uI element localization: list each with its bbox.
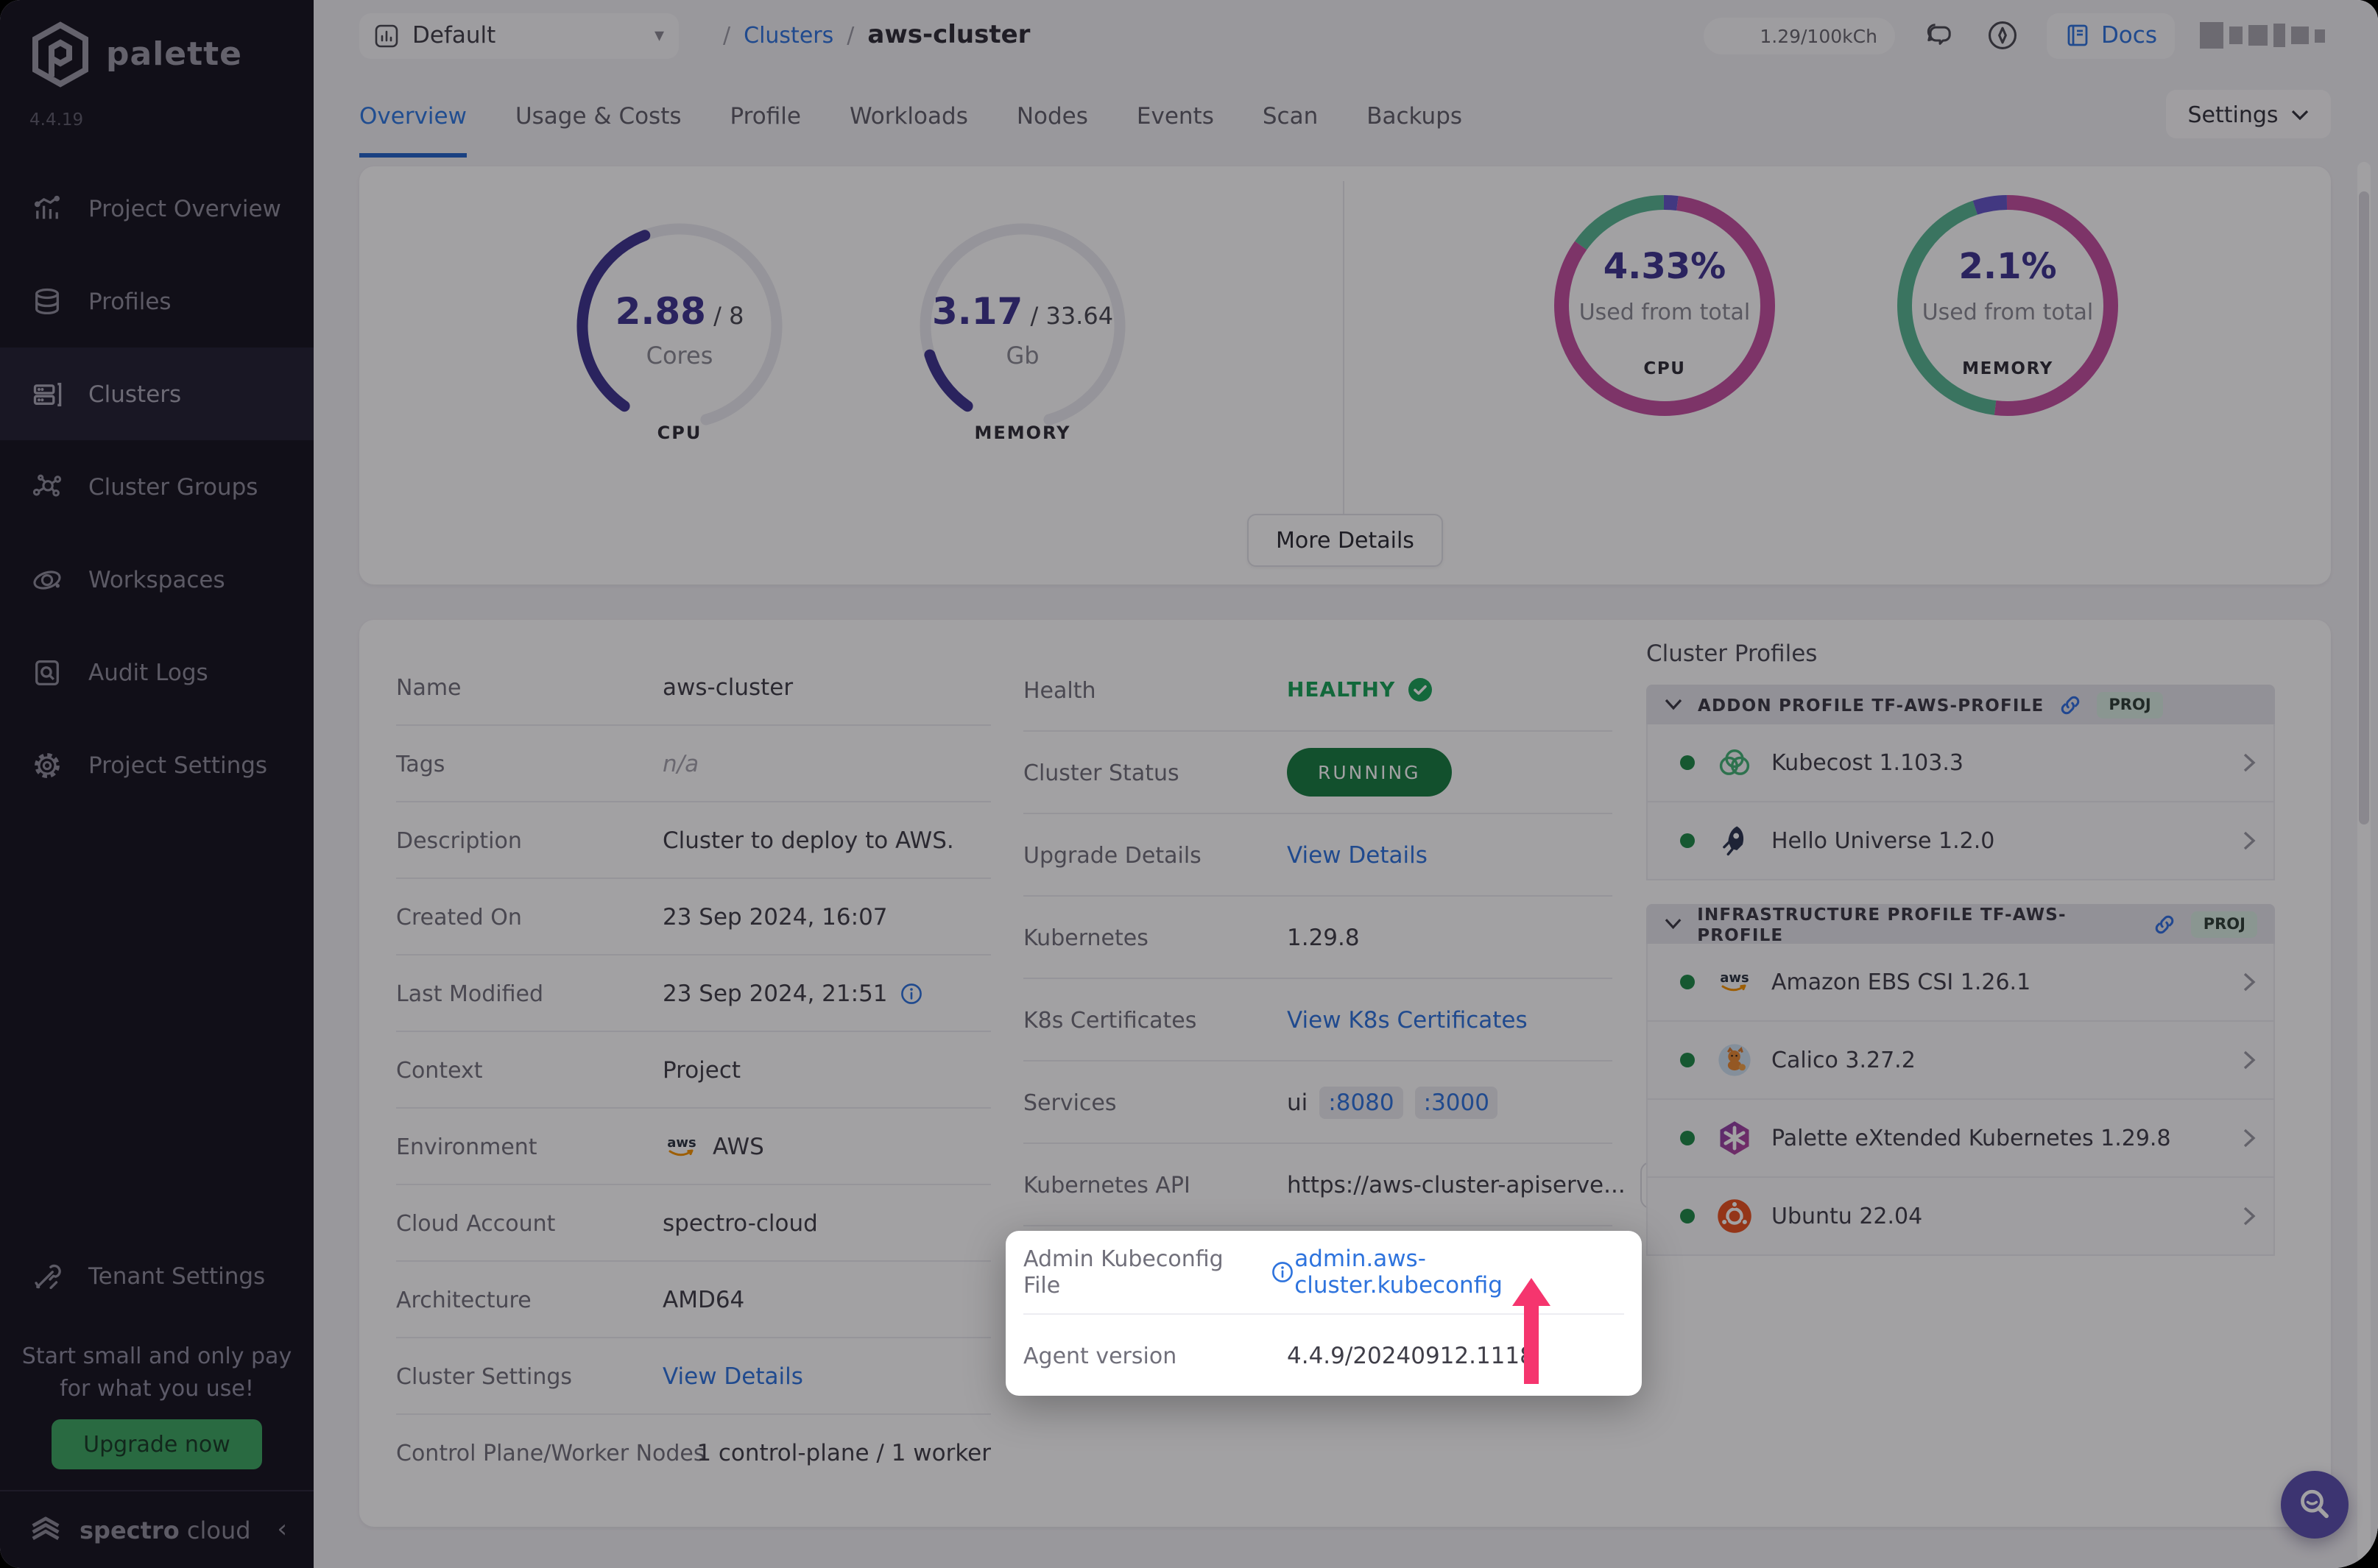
- info-icon[interactable]: [1271, 1260, 1294, 1284]
- tutorial-arrow-icon: [1505, 1278, 1558, 1384]
- agent-version-value: 4.4.9/20240912.1118: [1287, 1342, 1534, 1369]
- agent-version-label: Agent version: [1023, 1342, 1177, 1369]
- screen: palette 4.4.19 Project Overview Profiles…: [0, 0, 2378, 1568]
- kubeconfig-label: Admin Kubeconfig File: [1023, 1246, 1224, 1299]
- admin-kubeconfig-download-link[interactable]: admin.aws-cluster.kubeconfig: [1294, 1246, 1624, 1299]
